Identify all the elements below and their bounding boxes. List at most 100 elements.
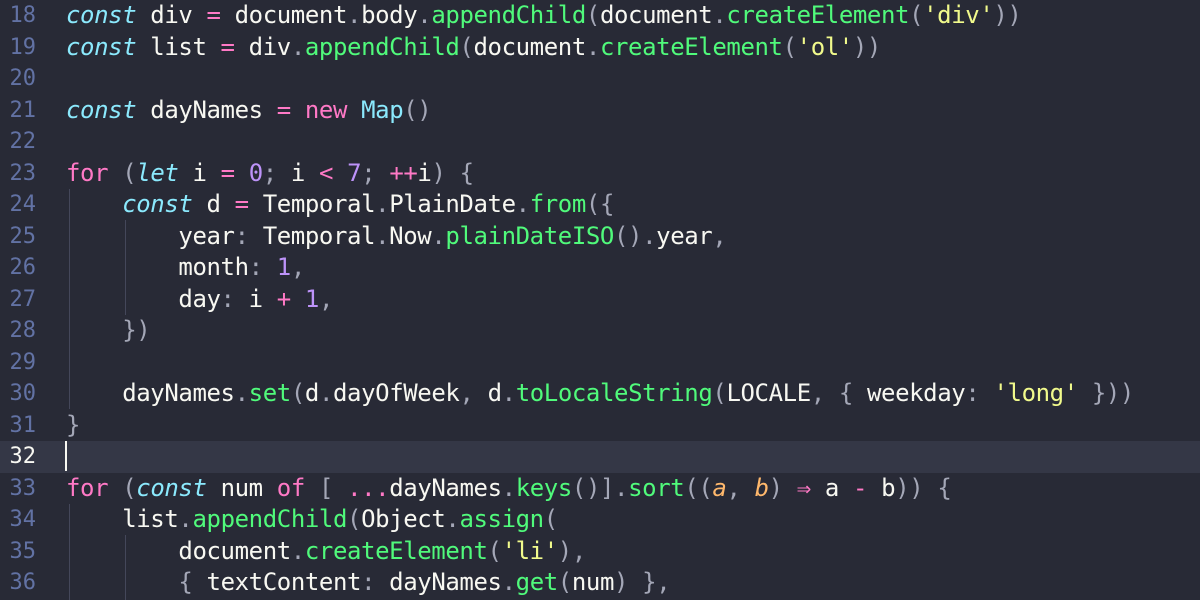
code-text: for (const num of [ ...dayNames.keys()].…: [66, 473, 952, 505]
code-token: for: [66, 158, 109, 187]
code-token: .: [290, 32, 305, 61]
code-token: let: [136, 158, 179, 187]
code-line[interactable]: 32: [0, 441, 1200, 473]
code-token: .: [515, 190, 530, 218]
code-token: }): [122, 316, 151, 344]
code-line[interactable]: 30 dayNames.set(d.dayOfWeek, d.toLocaleS…: [0, 378, 1200, 410]
code-line[interactable]: 18 const div = document.body.appendChild(…: [0, 0, 1200, 32]
code-line[interactable]: 33 for (const num of [ ...dayNames.keys()…: [0, 473, 1200, 505]
code-line[interactable]: 20: [0, 63, 1200, 95]
code-token: )): [895, 473, 924, 502]
code-token: i: [234, 284, 277, 313]
code-line[interactable]: 21 const dayNames = new Map(): [0, 95, 1200, 127]
code-token: b: [754, 473, 769, 502]
code-line[interactable]: 34 list.appendChild(Object.assign(: [0, 504, 1200, 536]
line-number: 30: [9, 381, 37, 406]
code-token: .: [501, 379, 516, 407]
code-line[interactable]: 36 { textContent: dayNames.get(num) },: [0, 567, 1200, 599]
code-text: const d = Temporal.PlainDate.from({: [66, 189, 614, 221]
code-line[interactable]: 19 const list = div.appendChild(document.…: [0, 32, 1200, 64]
code-token: appendChild: [192, 505, 348, 533]
code-editor[interactable]: 36 { textContent: dayNames.get(num) }, 35…: [0, 0, 1200, 600]
code-token: :: [220, 284, 235, 313]
code-line[interactable]: 25 year: Temporal.Now.plainDateISO().yea…: [0, 221, 1200, 253]
code-token: new: [304, 95, 348, 124]
code-token: )): [993, 1, 1022, 29]
code-token: dayNames: [375, 568, 502, 596]
code-line[interactable]: 28 }): [0, 315, 1200, 347]
code-token: year: [66, 221, 235, 250]
code-token: ;: [262, 158, 277, 187]
code-token: PlainDate: [389, 190, 516, 218]
code-token: (: [557, 568, 572, 596]
code-token: .: [417, 1, 432, 29]
code-token: 'li': [501, 536, 559, 565]
code-line[interactable]: 31}: [0, 410, 1200, 442]
code-text: }: [66, 410, 80, 442]
code-token: .: [375, 221, 390, 250]
code-token: ,: [810, 379, 825, 407]
code-line[interactable]: 35 document.createElement('li'),: [0, 536, 1200, 568]
code-text: }): [66, 315, 151, 347]
line-number: 32: [9, 444, 37, 469]
code-token: createElement: [599, 32, 783, 61]
code-token: appendChild: [304, 32, 460, 61]
line-number: 23: [9, 160, 37, 186]
code-line[interactable]: 24 const d = Temporal.PlainDate.from({: [0, 189, 1200, 221]
code-line[interactable]: 26 month: 1,: [0, 252, 1200, 284]
code-token: ,: [318, 284, 334, 313]
code-token: {: [459, 158, 474, 187]
code-token: dayNames: [66, 379, 235, 407]
line-number: 28: [9, 318, 37, 343]
line-number: 24: [9, 192, 37, 217]
indent-guide: [69, 504, 70, 600]
code-text: list.appendChild(Object.assign(: [66, 504, 558, 536]
code-line[interactable]: 22: [0, 126, 1200, 158]
code-token: .: [585, 32, 600, 61]
code-line[interactable]: 27 day: i + 1,: [0, 284, 1200, 316]
indent-guide: [125, 220, 126, 315]
code-token: }: [66, 410, 81, 439]
code-token: :: [965, 379, 980, 407]
code-token: .: [501, 473, 516, 502]
code-token: from: [529, 190, 587, 218]
code-token: ,: [712, 221, 727, 250]
code-token: ({: [585, 190, 615, 218]
code-token: .: [290, 536, 305, 565]
code-token: b: [867, 473, 896, 502]
code-token: 1: [276, 253, 291, 281]
line-number: 21: [9, 97, 37, 123]
code-token: document: [473, 32, 586, 61]
code-token: d: [192, 190, 235, 218]
code-token: ): [614, 568, 629, 596]
line-number: 33: [9, 475, 37, 501]
code-token: (: [909, 1, 924, 29]
line-number: 19: [9, 34, 37, 60]
code-token: ⇒: [796, 473, 811, 502]
code-line[interactable]: 23 for (let i = 0; i < 7; ++i) {: [0, 158, 1200, 190]
code-token: LOCALE: [726, 379, 811, 407]
code-token: const: [122, 190, 193, 218]
code-token: <: [319, 158, 334, 187]
code-token: })): [1091, 379, 1135, 407]
code-token: toLocaleString: [515, 379, 713, 407]
code-token: .: [234, 379, 249, 407]
code-token: (: [585, 1, 600, 29]
code-token: of: [276, 473, 306, 502]
code-token: (): [403, 95, 432, 124]
code-token: assign: [459, 505, 544, 533]
code-line[interactable]: 29: [0, 347, 1200, 379]
code-token: textContent: [192, 568, 362, 596]
code-token: day: [66, 284, 221, 313]
line-number: 31: [9, 412, 37, 438]
code-text: dayNames.set(d.dayOfWeek, d.toLocaleStri…: [66, 378, 1134, 410]
code-token: .: [347, 1, 362, 29]
code-token: 1: [304, 284, 319, 313]
